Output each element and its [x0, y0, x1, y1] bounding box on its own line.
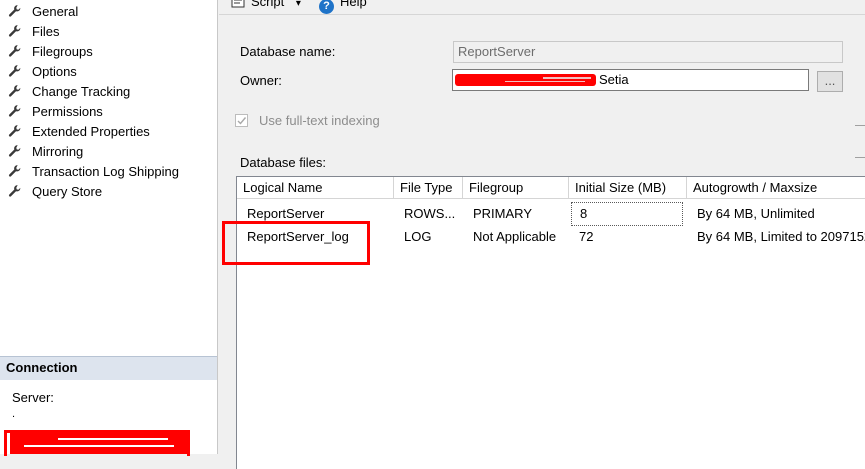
wrench-icon [8, 184, 22, 198]
help-icon: ? [319, 0, 334, 14]
redaction-stroke [543, 77, 591, 79]
page-item-label: Transaction Log Shipping [32, 164, 179, 179]
owner-field[interactable]: Setia [452, 69, 809, 91]
owner-value: Setia [599, 72, 629, 87]
page-item-extended-properties[interactable]: Extended Properties [8, 122, 150, 142]
wrench-icon [8, 44, 22, 58]
wrench-icon [8, 124, 22, 138]
database-name-label: Database name: [240, 44, 335, 59]
page-item-general[interactable]: General [8, 2, 78, 22]
script-label: Script [251, 0, 285, 9]
database-files-label: Database files: [240, 155, 326, 170]
checkmark-icon [237, 117, 247, 125]
table-cell[interactable]: By 64 MB, Unlimited [687, 202, 865, 226]
script-button[interactable]: Script ▾ [231, 0, 301, 12]
owner-browse-button[interactable]: ... [817, 71, 843, 92]
page-item-label: Change Tracking [32, 84, 131, 99]
page-item-change-tracking[interactable]: Change Tracking [8, 82, 130, 102]
connection-header: Connection [0, 356, 217, 380]
page-item-query-store[interactable]: Query Store [8, 182, 102, 202]
redaction-stroke [505, 81, 585, 82]
wrench-icon [8, 4, 22, 18]
divider [855, 157, 865, 158]
wrench-icon [8, 84, 22, 98]
page-item-label: Mirroring [32, 144, 84, 159]
page-item-mirroring[interactable]: Mirroring [8, 142, 83, 162]
help-label: Help [340, 0, 367, 9]
wrench-icon [8, 164, 22, 178]
page-item-label: Filegroups [32, 44, 93, 59]
column-header-logical-name[interactable]: Logical Name [237, 177, 394, 198]
page-item-label: Files [32, 24, 60, 39]
page-item-label: Options [32, 64, 77, 79]
page-item-label: Permissions [32, 104, 103, 119]
page-item-label: General [32, 4, 79, 19]
table-cell[interactable]: LOG [394, 225, 463, 249]
fulltext-indexing-label: Use full-text indexing [259, 113, 380, 128]
table-cell[interactable]: Not Applicable [463, 225, 569, 249]
select-a-page-pane: General Files Filegroups Options Change Trac… [0, 0, 218, 456]
database-files-grid[interactable]: Logical Name File Type Filegroup Initial Si… [236, 176, 865, 469]
page-item-filegroups[interactable]: Filegroups [8, 42, 93, 62]
table-cell[interactable]: 72 [569, 225, 687, 249]
page-item-permissions[interactable]: Permissions [8, 102, 103, 122]
wrench-icon [8, 104, 22, 118]
annotation-highlight-box [222, 221, 370, 265]
table-cell[interactable]: By 64 MB, Limited to 2097152 MB [687, 225, 865, 249]
column-header-autogrowth-maxsize[interactable]: Autogrowth / Maxsize [687, 177, 865, 198]
database-name-field[interactable]: ReportServer [453, 41, 843, 63]
divider [855, 125, 865, 126]
page-item-label: Query Store [32, 184, 103, 199]
help-button[interactable]: ? Help [319, 0, 367, 14]
page-item-label: Extended Properties [32, 124, 150, 139]
wrench-icon [8, 144, 22, 158]
column-header-initial-size-mb[interactable]: Initial Size (MB) [569, 177, 687, 198]
table-cell[interactable]: PRIMARY [463, 202, 569, 226]
table-cell[interactable]: ROWS... [394, 202, 463, 226]
table-cell[interactable]: 8 [571, 202, 683, 226]
wrench-icon [8, 24, 22, 38]
chevron-down-icon[interactable]: ▾ [296, 0, 301, 9]
page-item-files[interactable]: Files [8, 22, 59, 42]
toolbar: Script ▾ ? Help [219, 0, 865, 15]
annotation-highlight-box [4, 430, 190, 456]
column-header-file-type[interactable]: File Type [394, 177, 463, 198]
database-name-label-text: Database name: [240, 44, 336, 59]
fulltext-indexing-checkbox[interactable] [235, 114, 248, 127]
server-label: Server: [12, 390, 54, 405]
server-value: . [12, 408, 16, 420]
owner-label: Owner: [240, 73, 282, 88]
page-item-options[interactable]: Options [8, 62, 77, 82]
page-item-transaction-log-shipping[interactable]: Transaction Log Shipping [8, 162, 179, 182]
script-icon [231, 0, 245, 8]
redacted-owner-name [455, 74, 596, 86]
grid-header: Logical Name File Type Filegroup Initial Si… [237, 177, 865, 199]
column-header-filegroup[interactable]: Filegroup [463, 177, 569, 198]
wrench-icon [8, 64, 22, 78]
